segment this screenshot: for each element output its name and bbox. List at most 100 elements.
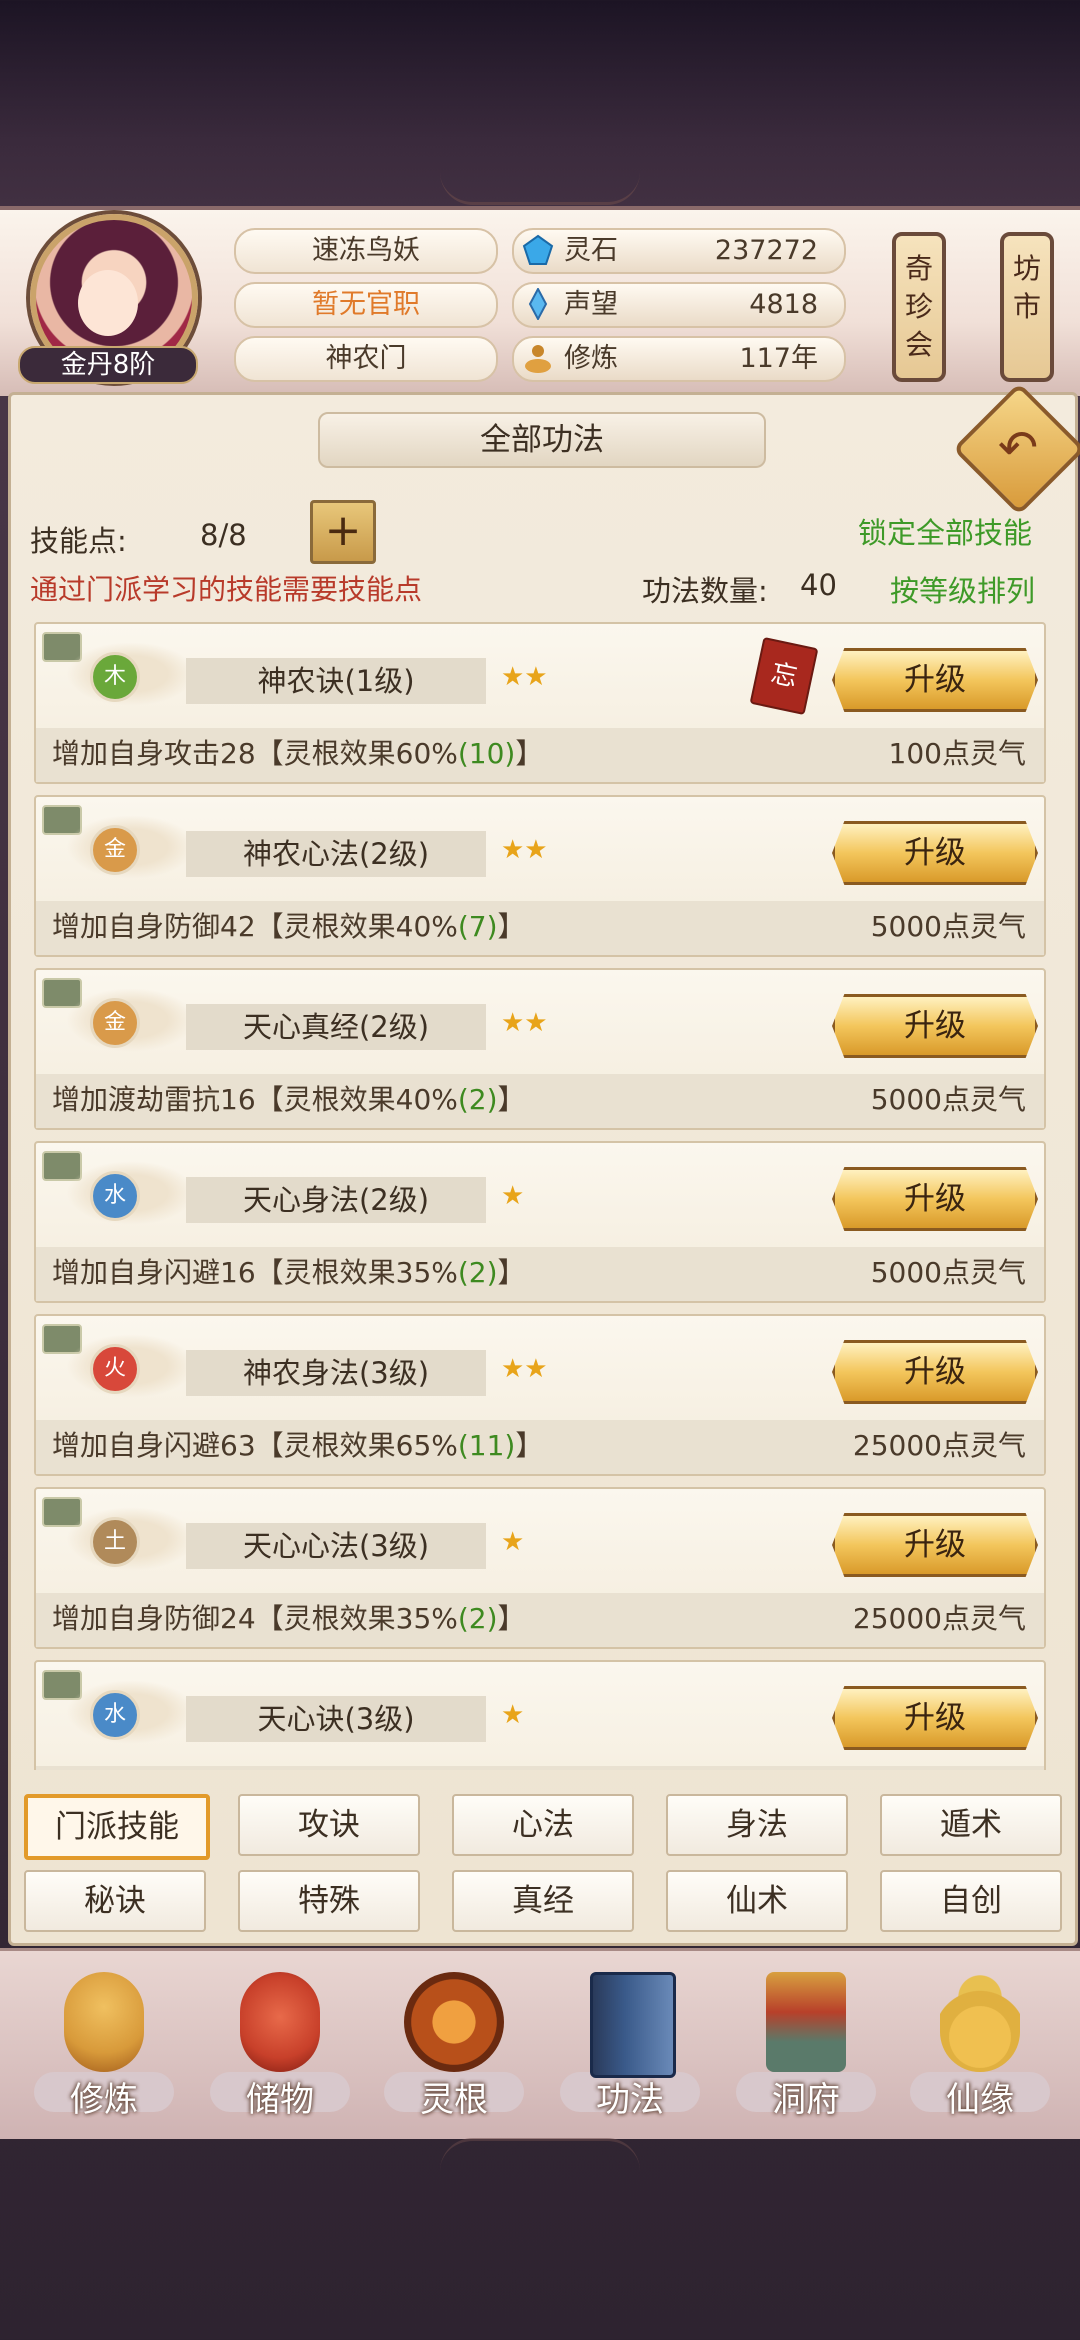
nav-label: 修炼 (70, 2080, 138, 2120)
nav-cultivation[interactable]: 修炼 (34, 1972, 174, 2132)
technique-count-value: 40 (800, 568, 837, 602)
prestige-crystal-icon (528, 288, 548, 320)
back-arrow-icon: ↶ (997, 420, 1039, 476)
skill-stars: ★ (501, 1700, 525, 1730)
nav-immortal-fate[interactable]: 仙缘 (910, 1972, 1050, 2132)
skill-list[interactable]: 木 神农诀(1级) ★★ 忘 升级 增加自身攻击28【灵根效果60%(10)】 … (30, 620, 1048, 1770)
skill-detail-bar (36, 1766, 1044, 1770)
forget-tag[interactable]: 忘 (749, 636, 819, 716)
upgrade-button[interactable]: 升级 (832, 1340, 1038, 1404)
skill-name: 神农心法(2级) (186, 831, 486, 877)
cultivation-icon (64, 1972, 144, 2072)
upgrade-cost: 100点灵气 (888, 737, 1026, 770)
upgrade-cost: 5000点灵气 (870, 1083, 1026, 1116)
skill-effect: 增加自身防御24【灵根效果35%(2)】 (52, 1602, 526, 1635)
storage-bag-icon (240, 1972, 320, 2072)
nav-label: 灵根 (420, 2080, 488, 2120)
upgrade-button[interactable]: 升级 (832, 1167, 1038, 1231)
avatar-face (78, 270, 138, 336)
resource-value: 4818 (749, 289, 818, 320)
nav-spirit-root[interactable]: 灵根 (384, 1972, 524, 2132)
nav-label: 仙缘 (946, 2080, 1014, 2120)
upgrade-cost: 25000点灵气 (852, 1602, 1026, 1635)
skill-card[interactable]: 水 天心身法(2级) ★ 升级 增加自身闪避16【灵根效果35%(2)】 500… (34, 1141, 1046, 1303)
water-element-icon: 水 (90, 1171, 140, 1221)
skill-effect: 增加自身攻击28【灵根效果60%(10)】 (52, 737, 544, 770)
upgrade-cost: 25000点灵气 (852, 1429, 1026, 1462)
skill-card[interactable]: 土 天心心法(3级) ★ 升级 增加自身防御24【灵根效果35%(2)】 250… (34, 1487, 1046, 1649)
skill-stars: ★ (501, 1527, 525, 1557)
skill-card[interactable]: 金 天心真经(2级) ★★ 升级 增加渡劫雷抗16【灵根效果40%(2)】 50… (34, 968, 1046, 1130)
resource-value: 117年 (739, 343, 818, 374)
lock-all-skills-link[interactable]: 锁定全部技能 (858, 510, 1032, 552)
tab-secret[interactable]: 秘诀 (24, 1870, 206, 1932)
sort-by-level-link[interactable]: 按等级排列 (890, 568, 1035, 610)
skill-points-value: 8/8 (200, 518, 247, 552)
resource-label: 修炼 (564, 343, 618, 374)
spirit-root-icon (404, 1972, 504, 2072)
skill-name: 天心心法(3级) (186, 1523, 486, 1569)
add-skill-point-button[interactable]: + (310, 500, 376, 564)
skill-card[interactable]: 木 神农诀(1级) ★★ 忘 升级 增加自身攻击28【灵根效果60%(10)】 … (34, 622, 1046, 784)
skill-name: 天心真经(2级) (186, 1004, 486, 1050)
wood-element-icon: 木 (90, 652, 140, 702)
footer-ornament (440, 2138, 640, 2171)
gourd-icon (940, 1972, 1020, 2072)
nav-label: 功法 (596, 2080, 664, 2120)
nav-cave-mansion[interactable]: 洞府 (736, 1972, 876, 2132)
water-element-icon: 水 (90, 1690, 140, 1740)
resource-spirit-stone: 灵石 237272 (512, 228, 846, 274)
tab-immortal-art[interactable]: 仙术 (666, 1870, 848, 1932)
resource-label: 声望 (564, 289, 618, 320)
cave-mansion-icon (766, 1972, 846, 2072)
upgrade-button[interactable]: 升级 (832, 994, 1038, 1058)
nav-label: 储物 (246, 2080, 314, 2120)
skill-effect: 增加渡劫雷抗16【灵根效果40%(2)】 (52, 1083, 526, 1116)
meditation-icon (525, 345, 551, 373)
skill-name: 神农诀(1级) (186, 658, 486, 704)
panel-title: 全部功法 (318, 412, 766, 468)
skill-name: 天心诀(3级) (186, 1696, 486, 1742)
header-ornament (440, 172, 640, 205)
tab-sect-skills[interactable]: 门派技能 (24, 1794, 210, 1860)
upgrade-button[interactable]: 升级 (832, 821, 1038, 885)
skill-card[interactable]: 水 天心诀(3级) ★ 升级 (34, 1660, 1046, 1770)
skill-stars: ★ (501, 1181, 525, 1211)
skill-effect: 增加自身闪避16【灵根效果35%(2)】 (52, 1256, 526, 1289)
resource-label: 灵石 (564, 235, 618, 266)
upgrade-button[interactable]: 升级 (832, 648, 1038, 712)
nav-storage[interactable]: 储物 (210, 1972, 350, 2132)
market-button[interactable]: 坊市 (1000, 232, 1054, 382)
tab-self-created[interactable]: 自创 (880, 1870, 1062, 1932)
tab-special[interactable]: 特殊 (238, 1870, 420, 1932)
skill-stars: ★★ (501, 1008, 548, 1038)
skill-point-note: 通过门派学习的技能需要技能点 (30, 573, 423, 606)
upgrade-cost: 5000点灵气 (870, 910, 1026, 943)
tab-movement[interactable]: 身法 (666, 1794, 848, 1856)
tab-attack[interactable]: 攻诀 (238, 1794, 420, 1856)
nav-techniques[interactable]: 功法 (560, 1972, 700, 2132)
skill-effect: 增加自身防御42【灵根效果40%(7)】 (52, 910, 526, 943)
upgrade-button[interactable]: 升级 (832, 1513, 1038, 1577)
sect-name: 神农门 (234, 336, 498, 382)
treasure-fair-button[interactable]: 奇珍会 (892, 232, 946, 382)
skill-stars: ★★ (501, 662, 548, 692)
fire-element-icon: 火 (90, 1344, 140, 1394)
tab-escape[interactable]: 遁术 (880, 1794, 1062, 1856)
skill-card[interactable]: 火 神农身法(3级) ★★ 升级 增加自身闪避63【灵根效果65%(11)】 2… (34, 1314, 1046, 1476)
player-name: 速冻鸟妖 (234, 228, 498, 274)
skill-name: 天心身法(2级) (186, 1177, 486, 1223)
technique-book-icon (590, 1972, 676, 2078)
skill-name: 神农身法(3级) (186, 1350, 486, 1396)
upgrade-cost: 5000点灵气 (870, 1256, 1026, 1289)
realm-badge: 金丹8阶 (18, 346, 198, 384)
skill-card[interactable]: 金 神农心法(2级) ★★ 升级 增加自身防御42【灵根效果40%(7)】 50… (34, 795, 1046, 957)
nav-label: 洞府 (772, 2080, 840, 2120)
technique-count-label: 功法数量: (642, 574, 768, 608)
skill-effect: 增加自身闪避63【灵根效果65%(11)】 (52, 1429, 544, 1462)
tab-scripture[interactable]: 真经 (452, 1870, 634, 1932)
tab-mind-method[interactable]: 心法 (452, 1794, 634, 1856)
upgrade-button[interactable]: 升级 (832, 1686, 1038, 1750)
skill-stars: ★★ (501, 835, 548, 865)
official-title: 暂无官职 (234, 282, 498, 328)
